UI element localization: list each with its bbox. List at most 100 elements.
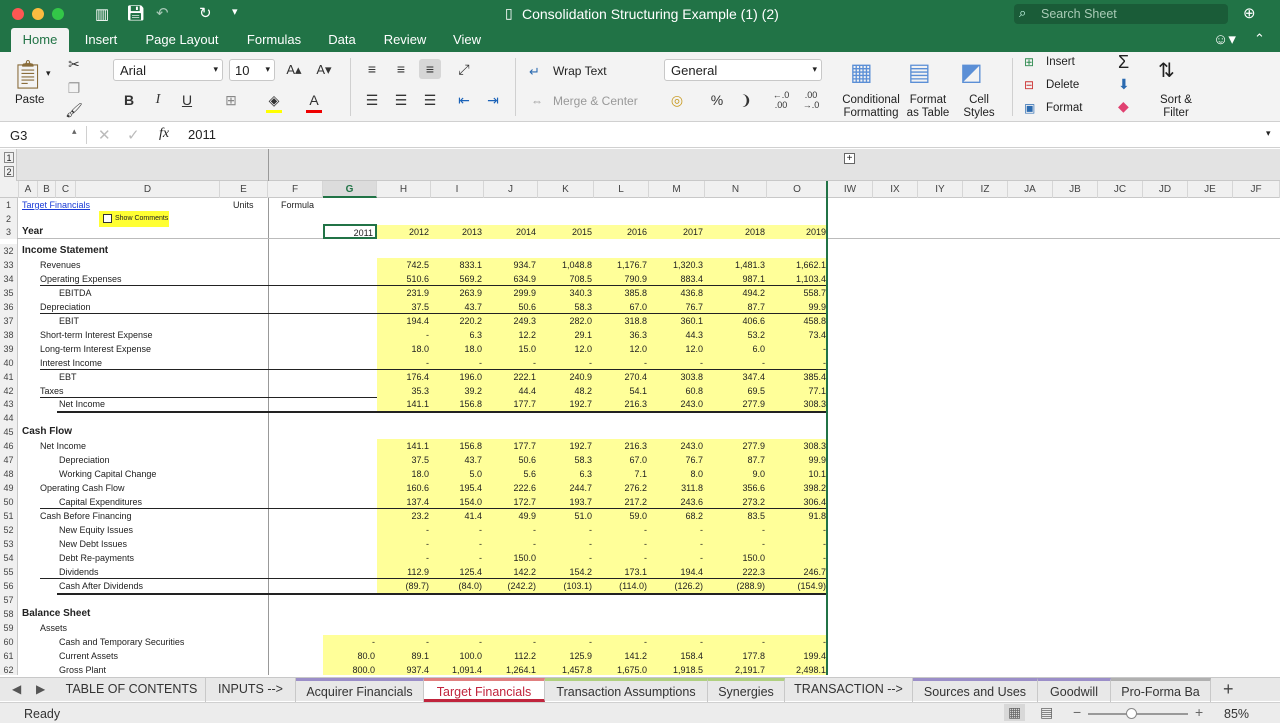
column-header[interactable]: G [323,181,377,198]
value-cell[interactable]: - [649,523,705,537]
align-right-icon[interactable]: ☰ [419,90,441,110]
sheet-tab[interactable]: Pro-Forma Ba [1111,678,1211,702]
merge-center-button[interactable]: Merge & Center [553,94,638,108]
year-cell[interactable]: 2011 [323,224,377,239]
customize-toolbar-icon[interactable]: ▾ [232,5,238,18]
value-cell[interactable]: 1,320.3 [649,258,705,272]
column-header[interactable]: IY [918,181,963,198]
value-cell[interactable]: 1,918.5 [649,663,705,676]
row-number[interactable]: 55 [0,564,17,579]
value-cell[interactable]: - [377,635,431,649]
confirm-edit-icon[interactable]: ✓ [127,126,140,144]
zoom-window-button[interactable] [52,8,64,20]
value-cell[interactable]: 43.7 [431,453,484,467]
column-header[interactable]: E [220,181,268,198]
row-number[interactable]: 2 [0,212,17,226]
value-cell[interactable]: 67.0 [594,453,649,467]
value-cell[interactable]: 154.2 [538,565,594,579]
row-number[interactable]: 32 [0,244,17,258]
tab-insert[interactable]: Insert [78,28,124,52]
year-cell[interactable]: 2014 [484,225,538,239]
row-number[interactable]: 47 [0,453,17,468]
value-cell[interactable]: 347.4 [705,370,767,384]
value-cell[interactable]: - [431,635,484,649]
column-header[interactable]: IW [828,181,873,198]
row-number[interactable]: 61 [0,648,17,663]
year-cell[interactable]: 2012 [377,225,431,239]
value-cell[interactable]: 243.0 [649,439,705,453]
value-cell[interactable]: 436.8 [649,286,705,300]
column-header[interactable]: C [56,181,76,198]
value-cell[interactable]: 89.1 [377,649,431,663]
value-cell[interactable]: 634.9 [484,272,538,286]
value-cell[interactable]: 883.4 [649,272,705,286]
row-number[interactable]: 1 [0,198,17,212]
delete-cells-button[interactable]: Delete [1046,79,1079,91]
column-header[interactable]: JF [1233,181,1280,198]
value-cell[interactable]: 406.6 [705,314,767,328]
row-number[interactable]: 39 [0,341,17,356]
column-header[interactable]: L [594,181,649,198]
value-cell[interactable]: - [705,635,767,649]
value-cell[interactable]: 77.1 [767,384,828,398]
undo-icon[interactable]: ↶ [156,4,169,22]
column-header[interactable]: O [767,181,828,198]
value-cell[interactable]: - [377,551,431,565]
value-cell[interactable]: - [767,635,828,649]
value-cell[interactable]: 742.5 [377,258,431,272]
value-cell[interactable]: 76.7 [649,453,705,467]
merge-center-icon[interactable]: ⇔ [531,94,543,108]
value-cell[interactable]: 58.3 [538,300,594,314]
paste-dropdown-icon[interactable]: ▾ [46,68,51,79]
value-cell[interactable]: 99.9 [767,453,828,467]
value-cell[interactable]: 177.8 [705,649,767,663]
value-cell[interactable]: 87.7 [705,453,767,467]
format-cells-icon[interactable]: ▣ [1024,101,1035,115]
value-cell[interactable]: (288.9) [705,579,767,593]
cancel-edit-icon[interactable]: ✕ [98,126,111,144]
value-cell[interactable]: 18.0 [377,467,431,481]
value-cell[interactable]: 158.4 [649,649,705,663]
column-header[interactable]: B [38,181,56,198]
value-cell[interactable]: 23.2 [377,509,431,523]
column-header[interactable]: JC [1098,181,1143,198]
value-cell[interactable]: 790.9 [594,272,649,286]
value-cell[interactable]: 48.2 [538,384,594,398]
value-cell[interactable]: 987.1 [705,272,767,286]
tab-view[interactable]: View [447,28,487,52]
sort-filter-icon[interactable]: ⇅ [1158,58,1175,83]
function-icon[interactable]: fx [159,126,169,142]
sheet-tab[interactable]: INPUTS --> [206,678,296,702]
value-cell[interactable]: 5.0 [431,467,484,481]
increase-indent-icon[interactable]: ⇥ [482,90,504,110]
value-cell[interactable]: 154.0 [431,495,484,509]
tab-review[interactable]: Review [377,28,433,52]
decrease-indent-icon[interactable]: ⇤ [453,90,475,110]
value-cell[interactable]: 160.6 [377,481,431,495]
row-number[interactable]: 62 [0,662,17,675]
next-sheet-icon[interactable]: ▶ [36,682,45,696]
accounting-format-icon[interactable]: ◎ [666,90,688,110]
column-header[interactable]: H [377,181,431,198]
value-cell[interactable]: 99.9 [767,300,828,314]
value-cell[interactable]: 59.0 [594,509,649,523]
value-cell[interactable]: 53.2 [705,328,767,342]
value-cell[interactable]: 83.5 [705,509,767,523]
worksheet-grid[interactable]: 1 Target Financials Units Formula 2 Show Comm… [0,198,1280,675]
add-person-icon[interactable]: ⊕ [1243,4,1256,22]
value-cell[interactable]: 216.3 [594,397,649,411]
sheet-tab[interactable]: Acquirer Financials [296,678,424,702]
row-number[interactable]: 57 [0,592,17,607]
column-header[interactable]: JE [1188,181,1233,198]
value-cell[interactable]: 125.9 [538,649,594,663]
row-number[interactable]: 60 [0,634,17,649]
row-number[interactable]: 54 [0,550,17,565]
tab-formulas[interactable]: Formulas [240,28,308,52]
value-cell[interactable]: 220.2 [431,314,484,328]
value-cell[interactable]: 12.2 [484,328,538,342]
cut-icon[interactable]: ✂ [63,54,85,74]
sheet-tab[interactable]: Synergies [708,678,785,702]
zoom-slider-track[interactable] [1088,713,1188,715]
paste-icon[interactable]: 📋︎ [10,58,46,91]
fill-icon[interactable]: ⬇︎ [1118,76,1130,93]
